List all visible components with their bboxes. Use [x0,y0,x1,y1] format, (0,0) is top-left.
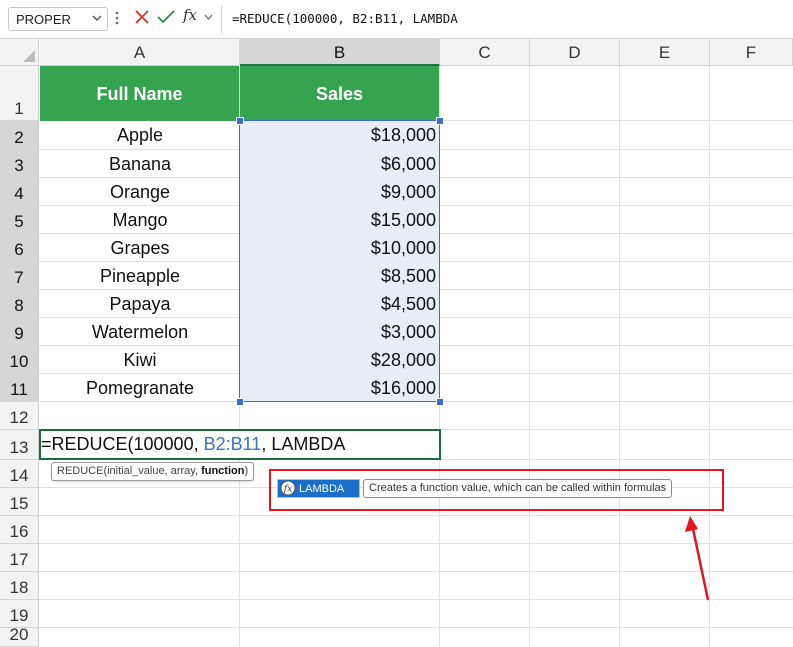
row-number: 6 [14,240,24,259]
row-header-4[interactable]: 4 [0,178,39,206]
chevron-down-icon[interactable] [204,14,213,21]
selection-handle[interactable] [436,117,444,125]
row-number: 5 [14,212,24,231]
function-icon: fx [280,480,296,496]
column-header-b[interactable]: B [240,39,440,66]
row-header-7[interactable]: 7 [0,262,39,290]
gridline [529,66,530,647]
cell-name[interactable]: Watermelon [40,318,240,346]
insert-function-button[interactable]: fx [183,6,197,24]
column-header-d[interactable]: D [530,39,620,66]
selected-range-b2-b11[interactable] [239,120,440,402]
row-header-16[interactable]: 16 [0,516,39,544]
row-header-14[interactable]: 14 [0,460,39,488]
tooltip-text: REDUCE(initial_value, array, [57,465,202,477]
row-number: 4 [14,184,24,203]
row-header-11[interactable]: 11 [0,374,39,402]
tooltip-current-arg: function [201,465,245,477]
name-box-value: PROPER [16,12,71,27]
cell-name[interactable]: Pineapple [40,262,240,290]
row-number: 7 [14,268,24,287]
cell-name[interactable]: Grapes [40,234,240,262]
select-all-corner[interactable] [0,39,39,66]
more-options-icon[interactable] [114,8,120,28]
row-header-15[interactable]: 15 [0,488,39,516]
row-number: 13 [9,438,29,457]
row-number: 1 [14,99,24,118]
row-number: 17 [9,550,29,569]
cell-name[interactable]: Apple [40,121,240,150]
column-header-c[interactable]: C [440,39,530,66]
row-header-6[interactable]: 6 [0,234,39,262]
enter-check-icon[interactable] [157,9,175,25]
selection-handle[interactable] [236,398,244,406]
name-box[interactable]: PROPER [8,7,108,31]
row-header-9[interactable]: 9 [0,318,39,346]
cell-name[interactable]: Kiwi [40,346,240,374]
row-header-8[interactable]: 8 [0,290,39,318]
column-header-f[interactable]: F [710,39,793,66]
formula-text: =REDUCE(100000, B2:B11, LAMBDA [232,11,458,26]
column-header-e[interactable]: E [620,39,710,66]
formula-suffix: , LAMBDA [261,434,346,454]
header-full-name[interactable]: Full Name [40,66,239,121]
svg-text:fx: fx [283,485,292,495]
selection-handle[interactable] [236,117,244,125]
formula-prefix: =REDUCE(100000, [41,434,204,454]
formula-range-ref: B2:B11 [203,434,262,454]
tooltip-close: ) [244,465,249,477]
row-number: 15 [9,494,29,513]
row-header-20[interactable]: 20 [0,625,39,647]
row-header-5[interactable]: 5 [0,206,39,234]
row-number: 11 [10,380,28,399]
row-number: 3 [14,156,24,175]
gridline [39,627,793,628]
function-syntax-tooltip: REDUCE(initial_value, array, function) [51,462,255,481]
row-header-18[interactable]: 18 [0,572,39,600]
row-header-2[interactable]: 2 [0,121,39,150]
row-header-1[interactable]: 1 [0,66,39,121]
cell-name[interactable]: Papaya [40,290,240,318]
row-number: 19 [9,606,29,625]
row-number: 8 [14,296,24,315]
cell-name[interactable]: Mango [40,206,240,234]
row-header-12[interactable]: 12 [0,402,39,430]
row-number: 2 [14,128,24,147]
cell-name[interactable]: Banana [40,150,240,178]
row-header-17[interactable]: 17 [0,544,39,572]
select-all-icon [23,50,35,62]
autocomplete-description: Creates a function value, which can be c… [363,479,673,498]
row-number: 10 [9,352,29,371]
autocomplete-label: LAMBDA [299,483,345,495]
cell-formula-text: =REDUCE(100000, B2:B11, LAMBDA [41,434,345,455]
cell-name[interactable]: Pomegranate [40,374,240,402]
row-number: 12 [9,408,29,427]
column-header-a[interactable]: A [40,39,240,66]
row-number: 20 [9,625,29,644]
row-header-10[interactable]: 10 [0,346,39,374]
row-header-3[interactable]: 3 [0,150,39,178]
row-number: 16 [9,522,29,541]
row-number: 14 [9,466,29,485]
row-header-19[interactable]: 19 [0,600,39,628]
cell-name[interactable]: Orange [40,178,240,206]
chevron-down-icon[interactable] [92,13,102,23]
selection-handle[interactable] [436,398,444,406]
row-number: 9 [14,324,24,343]
gridline [619,66,620,647]
row-header-13[interactable]: 13 [0,430,39,460]
annotation-arrow-icon [685,516,710,601]
cancel-icon[interactable] [134,9,150,25]
header-sales[interactable]: Sales [240,66,439,121]
row-number: 18 [9,578,29,597]
